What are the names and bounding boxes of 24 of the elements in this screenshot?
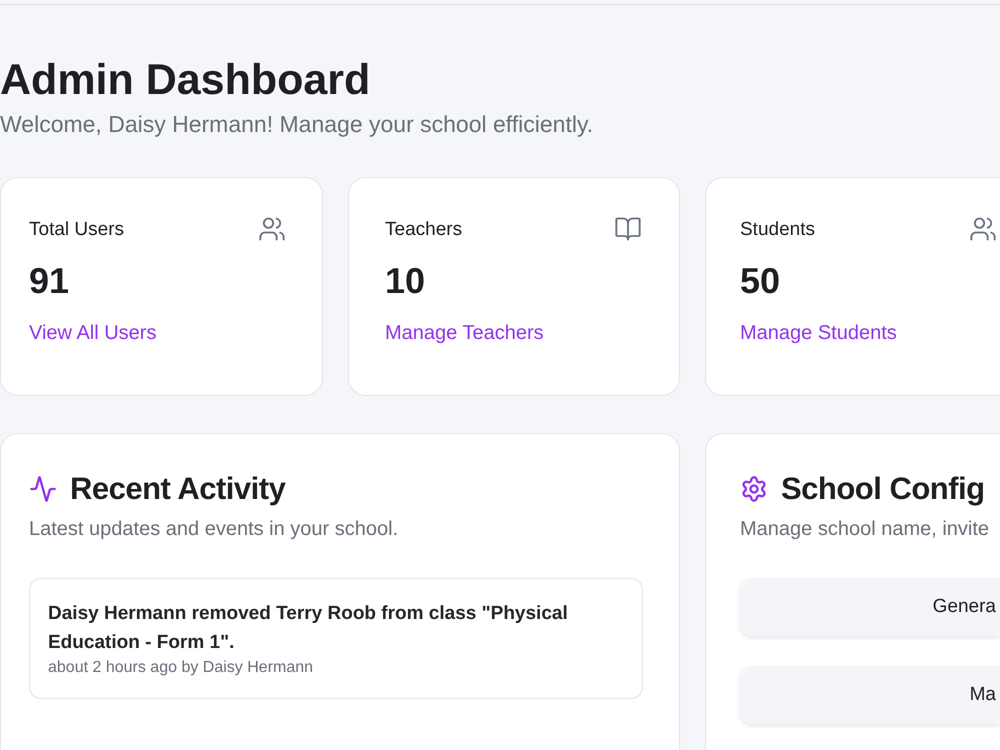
settings-button[interactable]: Ma: [740, 666, 1000, 724]
stat-link[interactable]: View All Users: [29, 319, 156, 347]
stat-value: 91: [29, 259, 70, 302]
page-subtitle: Welcome, Daisy Hermann! Manage your school efficiently.: [0, 110, 594, 138]
card-subtitle: Latest updates and events in your school.: [29, 517, 398, 542]
stat-label: Total Users: [29, 218, 124, 242]
stat-label: Teachers: [385, 218, 462, 242]
stat-value: 50: [740, 259, 780, 302]
page-title: Admin Dashboard: [0, 55, 370, 106]
gear-icon: [740, 475, 768, 503]
users-icon: [258, 215, 286, 243]
stat-link[interactable]: Manage Teachers: [385, 319, 544, 347]
card-title: School Config: [781, 470, 985, 508]
stat-link[interactable]: Manage Students: [740, 319, 897, 347]
users-icon: [969, 215, 997, 243]
card-subtitle: Manage school name, invite: [740, 517, 990, 542]
activity-meta: about 2 hours ago by Daisy Hermann: [48, 658, 314, 678]
book-icon: [614, 215, 642, 243]
card-title: Recent Activity: [70, 470, 286, 508]
activity-text: Daisy Hermann removed Terry Roob from class "Physical Education - Form 1".: [48, 602, 569, 655]
stat-label: Students: [740, 218, 815, 242]
settings-button[interactable]: Genera: [740, 578, 1000, 636]
pulse-icon: [29, 475, 57, 503]
stat-value: 10: [385, 259, 426, 302]
